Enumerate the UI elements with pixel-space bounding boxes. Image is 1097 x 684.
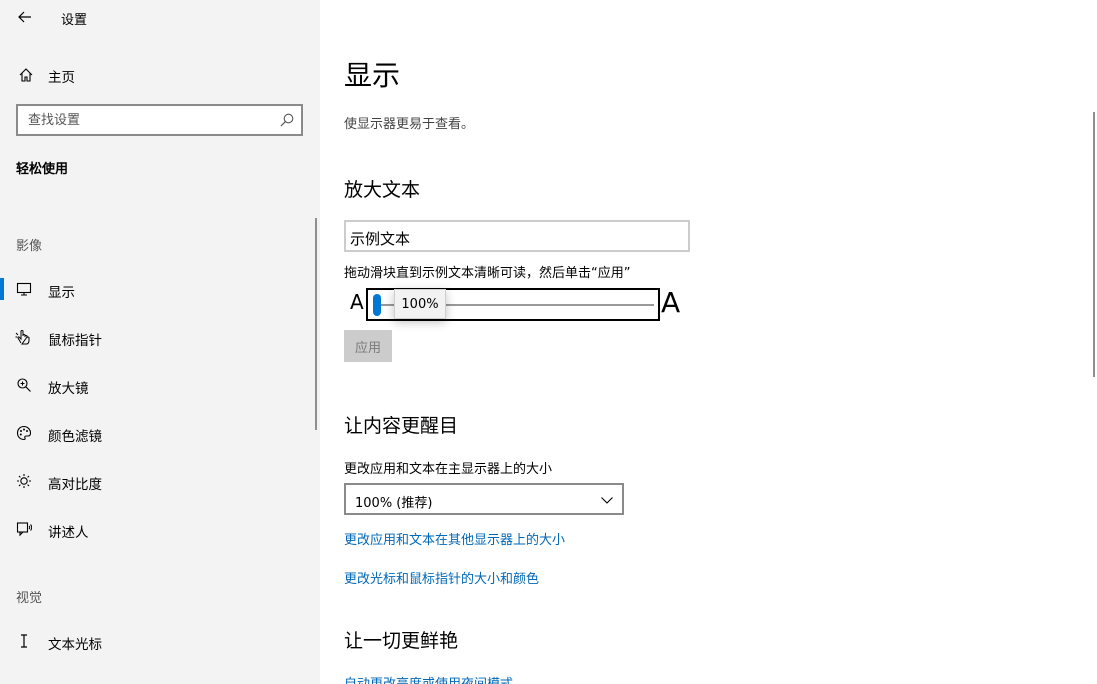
search-box[interactable] bbox=[16, 104, 303, 136]
sidebar-item-label: 文本光标 bbox=[48, 637, 102, 653]
active-indicator bbox=[0, 278, 4, 300]
apply-button[interactable]: 应用 bbox=[344, 330, 392, 362]
scale-dropdown[interactable]: 100% (推荐) bbox=[344, 483, 624, 515]
main-scrollbar[interactable] bbox=[1093, 112, 1095, 377]
category-title: 轻松使用 bbox=[16, 162, 69, 177]
sample-text-box: 示例文本 bbox=[344, 220, 690, 252]
sidebar-item-color-filters[interactable]: 颜色滤镜 bbox=[0, 415, 314, 451]
sidebar: 设置 主页 轻松使用 影像 显示 鼠标指针 放大镜 bbox=[0, 0, 320, 684]
sidebar-item-display[interactable]: 显示 bbox=[0, 271, 314, 307]
small-a-label: A bbox=[350, 290, 364, 314]
monitor-icon bbox=[15, 280, 33, 298]
text-cursor-icon bbox=[15, 632, 33, 650]
brightness-icon bbox=[15, 472, 33, 490]
slider-value-tooltip: 100% bbox=[394, 289, 446, 319]
sidebar-item-home[interactable]: 主页 bbox=[0, 60, 320, 90]
sidebar-scrollbar[interactable] bbox=[315, 218, 317, 430]
home-label: 主页 bbox=[48, 70, 75, 86]
link-other-displays-size[interactable]: 更改应用和文本在其他显示器上的大小 bbox=[344, 529, 565, 548]
page-title: 显示 bbox=[344, 59, 401, 92]
sidebar-item-label: 高对比度 bbox=[48, 477, 102, 493]
sidebar-item-text-cursor[interactable]: 文本光标 bbox=[0, 623, 314, 659]
sidebar-item-magnifier[interactable]: 放大镜 bbox=[0, 367, 314, 403]
sidebar-item-narrator[interactable]: 讲述人 bbox=[0, 511, 314, 547]
sidebar-item-high-contrast[interactable]: 高对比度 bbox=[0, 463, 314, 499]
sidebar-item-label: 鼠标指针 bbox=[48, 333, 102, 349]
sidebar-item-label: 讲述人 bbox=[48, 525, 89, 541]
page-description: 使显示器更易于查看。 bbox=[344, 117, 475, 132]
palette-icon bbox=[15, 424, 33, 442]
sidebar-item-label: 放大镜 bbox=[48, 381, 89, 397]
search-input[interactable] bbox=[28, 111, 278, 129]
search-icon[interactable] bbox=[279, 112, 295, 128]
sidebar-item-mouse-pointer[interactable]: 鼠标指针 bbox=[0, 319, 314, 355]
section-title-brighter: 让一切更鲜艳 bbox=[344, 630, 459, 652]
section-title-enlarge-text: 放大文本 bbox=[344, 179, 421, 201]
section-title-make-bigger: 让内容更醒目 bbox=[344, 415, 459, 437]
link-cursor-pointer-size[interactable]: 更改光标和鼠标指针的大小和颜色 bbox=[344, 568, 539, 587]
magnifier-icon bbox=[15, 376, 33, 394]
group-heading-visual: 视觉 bbox=[16, 591, 43, 606]
home-icon bbox=[17, 66, 35, 84]
chevron-down-icon bbox=[601, 497, 613, 504]
scale-label: 更改应用和文本在主显示器上的大小 bbox=[344, 462, 553, 477]
slider-thumb[interactable] bbox=[373, 294, 381, 316]
sidebar-item-label: 显示 bbox=[48, 285, 75, 301]
narrator-icon bbox=[15, 520, 33, 538]
slider-hint: 拖动滑块直到示例文本清晰可读，然后单击“应用” bbox=[344, 266, 631, 281]
back-button[interactable] bbox=[14, 6, 36, 28]
back-arrow-icon bbox=[18, 11, 31, 23]
large-a-label: A bbox=[661, 286, 681, 319]
main-content: 显示 使显示器更易于查看。 放大文本 示例文本 拖动滑块直到示例文本清晰可读，然… bbox=[320, 0, 1097, 684]
sidebar-item-label: 颜色滤镜 bbox=[48, 429, 102, 445]
link-brightness-night-light[interactable]: 自动更改亮度或使用夜间模式 bbox=[344, 673, 513, 684]
scale-dropdown-value: 100% (推荐) bbox=[355, 496, 433, 511]
pointer-hand-icon bbox=[15, 328, 33, 346]
app-title: 设置 bbox=[61, 13, 88, 28]
group-heading-vision: 影像 bbox=[16, 239, 43, 254]
sample-text: 示例文本 bbox=[350, 230, 411, 248]
